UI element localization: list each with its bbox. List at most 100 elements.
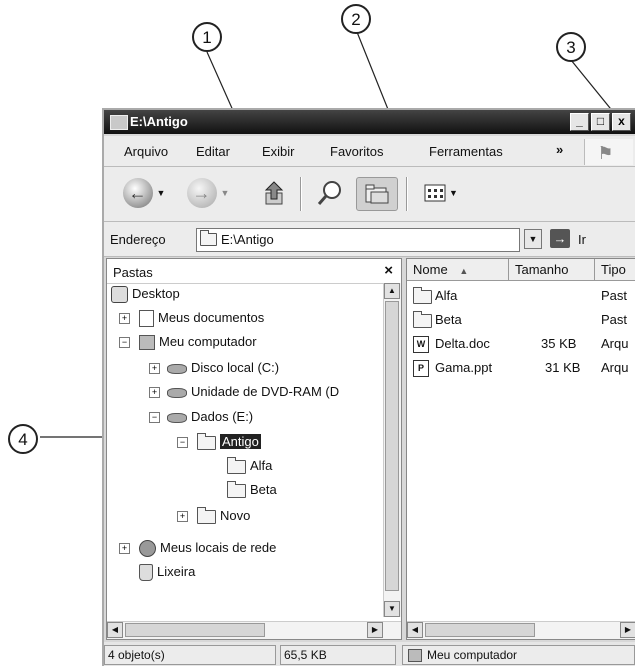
folder-icon	[227, 480, 246, 498]
powerpoint-icon: P	[413, 360, 429, 377]
scroll-thumb[interactable]	[125, 623, 265, 637]
explorer-window: E:\Antigo _ □ x Arquivo Editar Exibir Fa…	[102, 108, 635, 666]
menu-bar: Arquivo Editar Exibir Favoritos Ferramen…	[104, 136, 635, 167]
title-bar[interactable]: E:\Antigo _ □ x	[104, 110, 635, 134]
desktop-icon	[111, 286, 128, 304]
go-arrow-icon[interactable]: →	[550, 229, 570, 248]
computer-icon	[408, 649, 422, 662]
column-header-type[interactable]: Tipo	[595, 259, 635, 281]
tree-item-alfa[interactable]: Alfa	[227, 456, 272, 475]
tree-item-dados[interactable]: − Dados (E:)	[149, 408, 253, 426]
tree-item-meus-locais-de-rede[interactable]: + Meus locais de rede	[119, 539, 276, 558]
address-value: E:\Antigo	[221, 232, 274, 247]
go-button-label[interactable]: Ir	[578, 232, 586, 247]
menu-editar[interactable]: Editar	[196, 144, 230, 159]
views-button[interactable]: ▼	[418, 177, 464, 209]
up-folder-button[interactable]	[260, 177, 292, 209]
file-row[interactable]: P Gama.ppt 31 KB Arqu	[407, 357, 635, 379]
menu-overflow-chevron[interactable]: »	[556, 142, 563, 157]
folders-pane-close-button[interactable]: ×	[384, 262, 393, 279]
folders-horizontal-scrollbar[interactable]: ◀ ▶	[107, 621, 401, 639]
expand-toggle[interactable]: +	[149, 363, 160, 374]
recycle-bin-icon	[139, 564, 153, 582]
column-header-name[interactable]: Nome ▲	[407, 259, 509, 281]
close-button[interactable]: x	[612, 113, 631, 131]
file-row[interactable]: Alfa Past	[407, 285, 635, 307]
column-header-size[interactable]: Tamanho	[509, 259, 595, 281]
collapse-toggle[interactable]: −	[149, 412, 160, 423]
scroll-right-button[interactable]: ▶	[620, 622, 635, 638]
scroll-up-button[interactable]: ▲	[384, 283, 400, 299]
word-document-icon: W	[413, 336, 429, 353]
folders-pane: Pastas × Desktop + Meus documentos − Meu…	[106, 258, 402, 640]
scroll-left-button[interactable]: ◀	[107, 622, 123, 638]
address-dropdown-button[interactable]: ▼	[524, 229, 542, 249]
scroll-left-button[interactable]: ◀	[407, 622, 423, 638]
folder-icon	[200, 230, 217, 246]
tree-item-meus-documentos[interactable]: + Meus documentos	[119, 309, 264, 328]
callout-3: 3	[556, 32, 586, 62]
folder-icon	[197, 506, 216, 524]
tree-item-dvd-ram[interactable]: + Unidade de DVD-RAM (D	[149, 383, 339, 401]
status-location: Meu computador	[402, 645, 635, 665]
documents-icon	[139, 310, 154, 328]
menu-favoritos[interactable]: Favoritos	[330, 144, 383, 159]
scroll-right-button[interactable]: ▶	[367, 622, 383, 638]
callout-2: 2	[341, 4, 371, 34]
scroll-down-button[interactable]: ▼	[384, 601, 400, 617]
collapse-toggle[interactable]: −	[119, 337, 130, 348]
forward-button[interactable]: → ▼	[186, 177, 230, 209]
search-button[interactable]	[312, 177, 348, 209]
files-horizontal-scrollbar[interactable]: ◀ ▶	[407, 621, 635, 639]
folder-icon	[413, 287, 432, 304]
tree-item-meu-computador[interactable]: − Meu computador	[119, 333, 257, 351]
folder-icon	[227, 456, 246, 474]
status-object-count: 4 objeto(s)	[104, 645, 276, 665]
up-arrow-icon	[264, 181, 284, 205]
open-folder-icon	[197, 432, 216, 450]
computer-icon	[139, 335, 155, 351]
menu-exibir[interactable]: Exibir	[262, 144, 295, 159]
scroll-thumb[interactable]	[385, 301, 399, 591]
folders-vertical-scrollbar[interactable]: ▲ ▼	[383, 283, 401, 617]
tree-item-lixeira[interactable]: Lixeira	[139, 563, 195, 582]
expand-toggle[interactable]: +	[119, 543, 130, 554]
scroll-thumb[interactable]	[425, 623, 535, 637]
dvd-drive-icon	[167, 387, 187, 398]
callout-4: 4	[8, 424, 38, 454]
standard-toolbar: ← ▼ → ▼ ▼	[104, 167, 635, 222]
folders-button[interactable]	[356, 177, 398, 211]
file-list-pane: Nome ▲ Tamanho Tipo Alfa Past Beta Past …	[406, 258, 635, 640]
windows-logo: ⚑	[584, 139, 633, 165]
search-icon	[317, 181, 341, 205]
tree-item-antigo[interactable]: − Antigo	[177, 432, 261, 451]
maximize-button[interactable]: □	[591, 113, 610, 131]
status-bar: 4 objeto(s) 65,5 KB Meu computador	[104, 642, 635, 666]
back-arrow-icon: ←	[122, 178, 153, 208]
network-icon	[139, 540, 156, 558]
file-row[interactable]: Beta Past	[407, 309, 635, 331]
tree-item-desktop[interactable]: Desktop	[111, 285, 180, 304]
tree-item-novo[interactable]: + Novo	[177, 506, 250, 525]
file-row[interactable]: W Delta.doc 35 KB Arqu	[407, 333, 635, 355]
address-label: Endereço	[110, 232, 166, 247]
folders-icon	[365, 184, 389, 204]
expand-toggle[interactable]: +	[119, 313, 130, 324]
tree-item-disco-local[interactable]: + Disco local (C:)	[149, 359, 279, 377]
minimize-button[interactable]: _	[570, 113, 589, 131]
folders-pane-title: Pastas	[113, 265, 153, 280]
folders-pane-header: Pastas ×	[107, 259, 401, 284]
menu-arquivo[interactable]: Arquivo	[124, 144, 168, 159]
address-input[interactable]: E:\Antigo	[196, 228, 520, 252]
expand-toggle[interactable]: +	[177, 511, 188, 522]
tree-item-beta[interactable]: Beta	[227, 480, 277, 499]
folder-icon	[413, 311, 432, 328]
sort-ascending-icon: ▲	[459, 266, 469, 276]
views-grid-icon	[424, 184, 446, 202]
menu-ferramentas[interactable]: Ferramentas	[429, 144, 503, 159]
callout-1: 1	[192, 22, 222, 52]
expand-toggle[interactable]: +	[149, 387, 160, 398]
folder-window-icon	[110, 115, 128, 130]
back-button[interactable]: ← ▼	[122, 177, 166, 209]
collapse-toggle[interactable]: −	[177, 437, 188, 448]
